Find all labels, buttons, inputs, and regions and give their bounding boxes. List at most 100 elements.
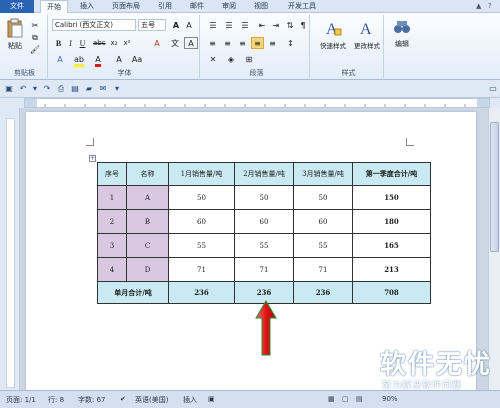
table-cell[interactable]: 3 <box>97 233 127 258</box>
header-cell[interactable]: 第一季度合计/吨 <box>352 162 431 186</box>
table-cell[interactable]: 55 <box>234 233 294 258</box>
header-cell[interactable]: 3月销售量/吨 <box>293 162 353 186</box>
table-cell[interactable]: 50 <box>234 185 294 210</box>
zoom-level[interactable]: 90% <box>382 395 398 403</box>
char-shading-icon[interactable]: A <box>112 53 126 65</box>
line-spacing-icon[interactable]: ↕ <box>284 37 297 49</box>
shading-icon[interactable]: ◈ <box>224 53 238 65</box>
clear-format-icon[interactable]: A <box>150 37 164 49</box>
sort-icon[interactable]: ⇅ <box>284 19 296 31</box>
tab-references[interactable]: 引用 <box>152 0 178 13</box>
table-cell[interactable]: 71 <box>234 257 294 282</box>
chinese-layout-icon[interactable]: ✕ <box>206 53 220 65</box>
quick-styles-button[interactable]: A 快速样式 <box>316 17 350 55</box>
header-cell[interactable]: 序号 <box>97 162 127 186</box>
total-cell[interactable]: 236 <box>293 281 353 304</box>
sales-table[interactable]: 序号 名称 1月销售量/吨 2月销售量/吨 3月销售量/吨 第一季度合计/吨 1… <box>97 162 431 304</box>
table-cell[interactable]: 55 <box>293 233 353 258</box>
underline-button[interactable]: U <box>77 37 88 49</box>
tab-view[interactable]: 视图 <box>248 0 274 13</box>
table-cell[interactable]: 55 <box>168 233 235 258</box>
tab-file[interactable]: 文件 <box>0 0 34 13</box>
table-cell[interactable]: 71 <box>168 257 235 282</box>
paste-button[interactable]: 粘贴 <box>5 17 25 51</box>
copy-icon[interactable]: ⧉ <box>28 31 42 42</box>
customize-icon[interactable]: ▾ <box>112 84 122 94</box>
language-indicator[interactable]: 英语(美国) <box>135 395 168 405</box>
font-size-select[interactable]: 五号 <box>138 19 166 31</box>
web-layout-view-icon[interactable]: ▤ <box>356 395 363 403</box>
open-folder-icon[interactable]: ▰ <box>84 84 94 94</box>
tab-mailings[interactable]: 邮件 <box>184 0 210 13</box>
shrink-font-icon[interactable]: A <box>183 19 195 31</box>
help-icon[interactable]: ? <box>488 2 492 10</box>
justify-icon[interactable]: ≡ <box>251 37 264 49</box>
text-effects-icon[interactable]: A <box>53 53 67 65</box>
table-cell[interactable]: 60 <box>168 209 235 234</box>
change-case-icon[interactable]: Aa <box>130 53 144 65</box>
page-count[interactable]: 页面: 1/1 <box>6 395 36 405</box>
font-name-select[interactable]: Calibri (西文正文) <box>52 19 136 31</box>
tab-home[interactable]: 开始 <box>40 0 68 14</box>
horizontal-ruler[interactable] <box>24 98 490 108</box>
total-label-cell[interactable]: 单月合计/吨 <box>97 281 169 304</box>
word-count[interactable]: 字数: 67 <box>78 395 106 405</box>
tab-review[interactable]: 审阅 <box>216 0 242 13</box>
email-icon[interactable]: ✉ <box>98 84 108 94</box>
table-cell[interactable]: 213 <box>352 257 431 282</box>
align-left-icon[interactable]: ≡ <box>206 37 219 49</box>
align-right-icon[interactable]: ≡ <box>236 37 249 49</box>
numbering-icon[interactable]: ☰ <box>222 19 236 31</box>
table-cell[interactable]: 2 <box>97 209 127 234</box>
proofing-icon[interactable]: ✔ <box>120 395 126 403</box>
macro-record-icon[interactable]: ▣ <box>208 395 215 403</box>
tab-developer[interactable]: 开发工具 <box>282 0 322 13</box>
bullets-icon[interactable]: ☰ <box>206 19 220 31</box>
borders-icon[interactable]: ⊞ <box>242 53 256 65</box>
tab-page-layout[interactable]: 页面布局 <box>106 0 146 13</box>
table-cell[interactable]: 4 <box>97 257 127 282</box>
change-styles-button[interactable]: A 更改样式 <box>350 17 384 55</box>
table-cell[interactable]: 60 <box>234 209 294 234</box>
table-cell[interactable]: 50 <box>168 185 235 210</box>
table-cell[interactable]: 50 <box>293 185 353 210</box>
table-cell[interactable]: C <box>126 233 169 258</box>
increase-indent-icon[interactable]: ⇥ <box>270 19 282 31</box>
scrollbar-thumb[interactable] <box>490 122 499 252</box>
total-cell[interactable]: 236 <box>168 281 235 304</box>
enclose-char-icon[interactable]: A <box>184 37 198 49</box>
vertical-ruler[interactable] <box>0 108 20 390</box>
format-painter-icon[interactable]: 🖌 <box>28 43 42 54</box>
table-cell[interactable]: 180 <box>352 209 431 234</box>
table-cell[interactable]: D <box>126 257 169 282</box>
total-cell[interactable]: 708 <box>352 281 431 304</box>
bold-button[interactable]: B <box>53 37 64 49</box>
table-cell[interactable]: A <box>126 185 169 210</box>
cut-icon[interactable]: ✂ <box>28 19 42 30</box>
tab-insert[interactable]: 插入 <box>74 0 100 13</box>
decrease-indent-icon[interactable]: ⇤ <box>256 19 268 31</box>
font-color-icon[interactable]: A <box>91 53 105 67</box>
insert-mode[interactable]: 插入 <box>183 395 197 405</box>
table-cell[interactable]: 165 <box>352 233 431 258</box>
highlight-icon[interactable]: ab <box>72 53 86 67</box>
strikethrough-icon[interactable]: abc <box>92 37 106 49</box>
table-cell[interactable]: 60 <box>293 209 353 234</box>
repeat-icon[interactable]: ↷ <box>42 84 52 94</box>
header-cell[interactable]: 2月销售量/吨 <box>234 162 294 186</box>
line-number[interactable]: 行: 8 <box>48 395 64 405</box>
dropdown-icon[interactable]: ▾ <box>30 84 40 94</box>
minimize-ribbon-icon[interactable]: ▲ <box>476 2 481 10</box>
header-cell[interactable]: 名称 <box>126 162 169 186</box>
save-icon[interactable]: ▣ <box>4 84 14 94</box>
subscript-icon[interactable]: x₂ <box>108 37 120 49</box>
header-cell[interactable]: 1月销售量/吨 <box>168 162 235 186</box>
table-cell[interactable]: 71 <box>293 257 353 282</box>
print-preview-icon[interactable]: ⎙ <box>56 84 66 94</box>
distributed-icon[interactable]: ≡ <box>266 37 279 49</box>
phonetic-icon[interactable]: 文 <box>168 37 182 49</box>
undo-icon[interactable]: ↶ <box>18 84 28 94</box>
table-cell[interactable]: B <box>126 209 169 234</box>
editing-button[interactable]: 编辑 <box>390 17 414 55</box>
table-move-handle-icon[interactable]: + <box>89 155 96 162</box>
